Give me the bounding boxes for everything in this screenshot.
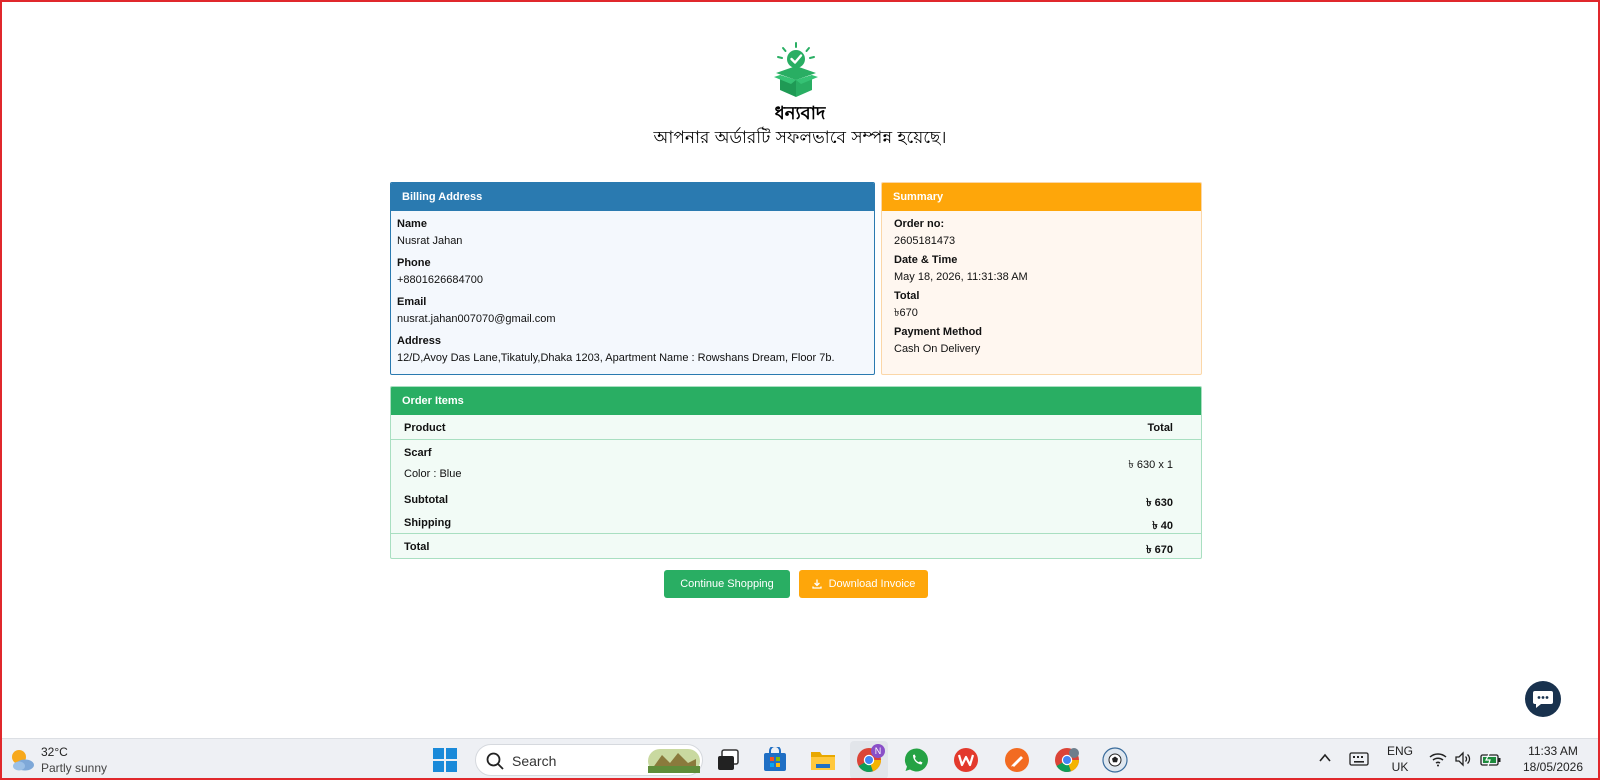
clock-date: 18/05/2026 [1522, 760, 1584, 774]
field-label: Name [397, 218, 427, 230]
chrome-profile-icon[interactable] [1054, 747, 1080, 773]
billing-email-field: Email nusrat.jahan007070@gmail.com [391, 296, 874, 326]
field-value: ৳670 [894, 307, 918, 319]
chrome-taskbar-button-active[interactable]: N [850, 741, 888, 779]
field-label: Order no: [894, 218, 945, 230]
order-confirmation-page: ধন্যবাদ আপনার অর্ডারটি সফলভাবে সম্পন্ন হ… [0, 0, 1600, 738]
field-value: May 18, 2026, 11:31:38 AM [894, 271, 1028, 283]
order-items-panel: Order Items Product Total Scarf Color : … [390, 386, 1202, 559]
subtotal-value: ৳ 630 [1146, 497, 1173, 509]
partly-sunny-icon [12, 750, 34, 771]
order-item-row: Scarf Color : Blue ৳ 630 x 1 [404, 447, 1173, 483]
billing-address-panel: Billing Address Name Nusrat Jahan Phone … [390, 182, 875, 375]
continue-shopping-label: Continue Shopping [680, 578, 774, 590]
weather-temperature: 32°C [41, 745, 68, 759]
taskbar-search-box[interactable]: Search [475, 744, 703, 776]
summary-panel: Summary Order no: 2605181473 Date & Time… [881, 182, 1202, 375]
clock[interactable]: 11:33 AM 18/05/2026 [1513, 744, 1593, 774]
battery-charging-icon[interactable] [1480, 751, 1502, 767]
search-icon [486, 752, 504, 770]
field-value: +8801626684700 [397, 274, 483, 286]
item-variant: Color : Blue [404, 468, 462, 480]
order-success-message: আপনার অর্ডারটি সফলভাবে সম্পন্ন হয়েছে। [653, 128, 947, 148]
subtotal-row: Subtotal ৳ 630 [404, 494, 1173, 513]
billing-address-field: Address 12/D,Avoy Das Lane,Tikatuly,Dhak… [391, 335, 874, 365]
continue-shopping-button[interactable]: Continue Shopping [664, 570, 790, 598]
item-price: ৳ 630 x 1 [1128, 458, 1173, 471]
whatsapp-icon[interactable] [904, 747, 930, 773]
windows-start-icon[interactable] [432, 747, 458, 773]
summary-total-field: Total ৳670 [882, 290, 1201, 320]
field-value: nusrat.jahan007070@gmail.com [397, 313, 556, 325]
wps-office-icon[interactable] [953, 747, 979, 773]
microsoft-store-icon[interactable] [762, 747, 788, 773]
field-label: Total [894, 290, 920, 302]
task-view-icon[interactable] [715, 747, 741, 773]
football-app-icon[interactable] [1102, 747, 1128, 773]
pen-app-icon[interactable] [1004, 747, 1030, 773]
chrome-profile-badge: N [871, 744, 885, 758]
field-value: 2605181473 [894, 235, 956, 247]
field-value: Nusrat Jahan [397, 235, 463, 247]
order-items-column-headers: Product Total [404, 422, 1173, 434]
field-label: Phone [397, 257, 431, 269]
product-column-header: Product [404, 422, 446, 434]
total-column-header: Total [1147, 422, 1173, 434]
field-value: Cash On Delivery [894, 343, 981, 355]
chat-bubble-icon [1533, 691, 1553, 708]
billing-address-header: Billing Address [391, 183, 874, 211]
download-icon [811, 579, 822, 589]
billing-phone-field: Phone +8801626684700 [391, 257, 874, 287]
field-label: Payment Method [894, 326, 983, 338]
total-value: ৳ 670 [1146, 544, 1173, 556]
download-invoice-label: Download Invoice [828, 578, 916, 590]
divider [391, 533, 1201, 534]
total-label: Total [404, 541, 430, 553]
language-primary: ENG [1386, 744, 1413, 758]
volume-icon[interactable] [1454, 751, 1472, 767]
divider [391, 439, 1201, 440]
search-highlight-landscape-icon [648, 749, 700, 773]
weather-description: Partly sunny [41, 761, 108, 775]
field-label: Address [397, 335, 442, 347]
order-items-header: Order Items [391, 387, 1201, 415]
wifi-icon[interactable] [1429, 751, 1447, 767]
summary-date-time-field: Date & Time May 18, 2026, 11:31:38 AM [882, 254, 1201, 284]
billing-name-field: Name Nusrat Jahan [391, 218, 874, 248]
order-success-box-icon [774, 42, 818, 97]
chevron-up-icon[interactable] [1318, 751, 1332, 765]
search-label: Search [512, 753, 557, 769]
field-label: Date & Time [894, 254, 958, 266]
language-secondary: UK [1391, 760, 1409, 774]
total-row: Total ৳ 670 [404, 541, 1173, 558]
keyboard-icon[interactable] [1349, 751, 1369, 767]
summary-payment-method-field: Payment Method Cash On Delivery [882, 326, 1201, 356]
chat-button[interactable] [1525, 681, 1561, 717]
clock-time: 11:33 AM [1528, 744, 1578, 758]
language-indicator[interactable]: ENG UK [1382, 744, 1418, 774]
file-explorer-icon[interactable] [810, 747, 836, 773]
item-name: Scarf [404, 447, 432, 459]
field-value: 12/D,Avoy Das Lane,Tikatuly,Dhaka 1203, … [397, 352, 835, 364]
download-invoice-button[interactable]: Download Invoice [799, 570, 928, 598]
windows-taskbar: 32°C Partly sunny Search N ENG UK 11:33 … [0, 738, 1600, 780]
subtotal-label: Subtotal [404, 494, 448, 506]
summary-order-no-field: Order no: 2605181473 [882, 218, 1201, 248]
field-label: Email [397, 296, 427, 308]
summary-header: Summary [882, 183, 1201, 211]
